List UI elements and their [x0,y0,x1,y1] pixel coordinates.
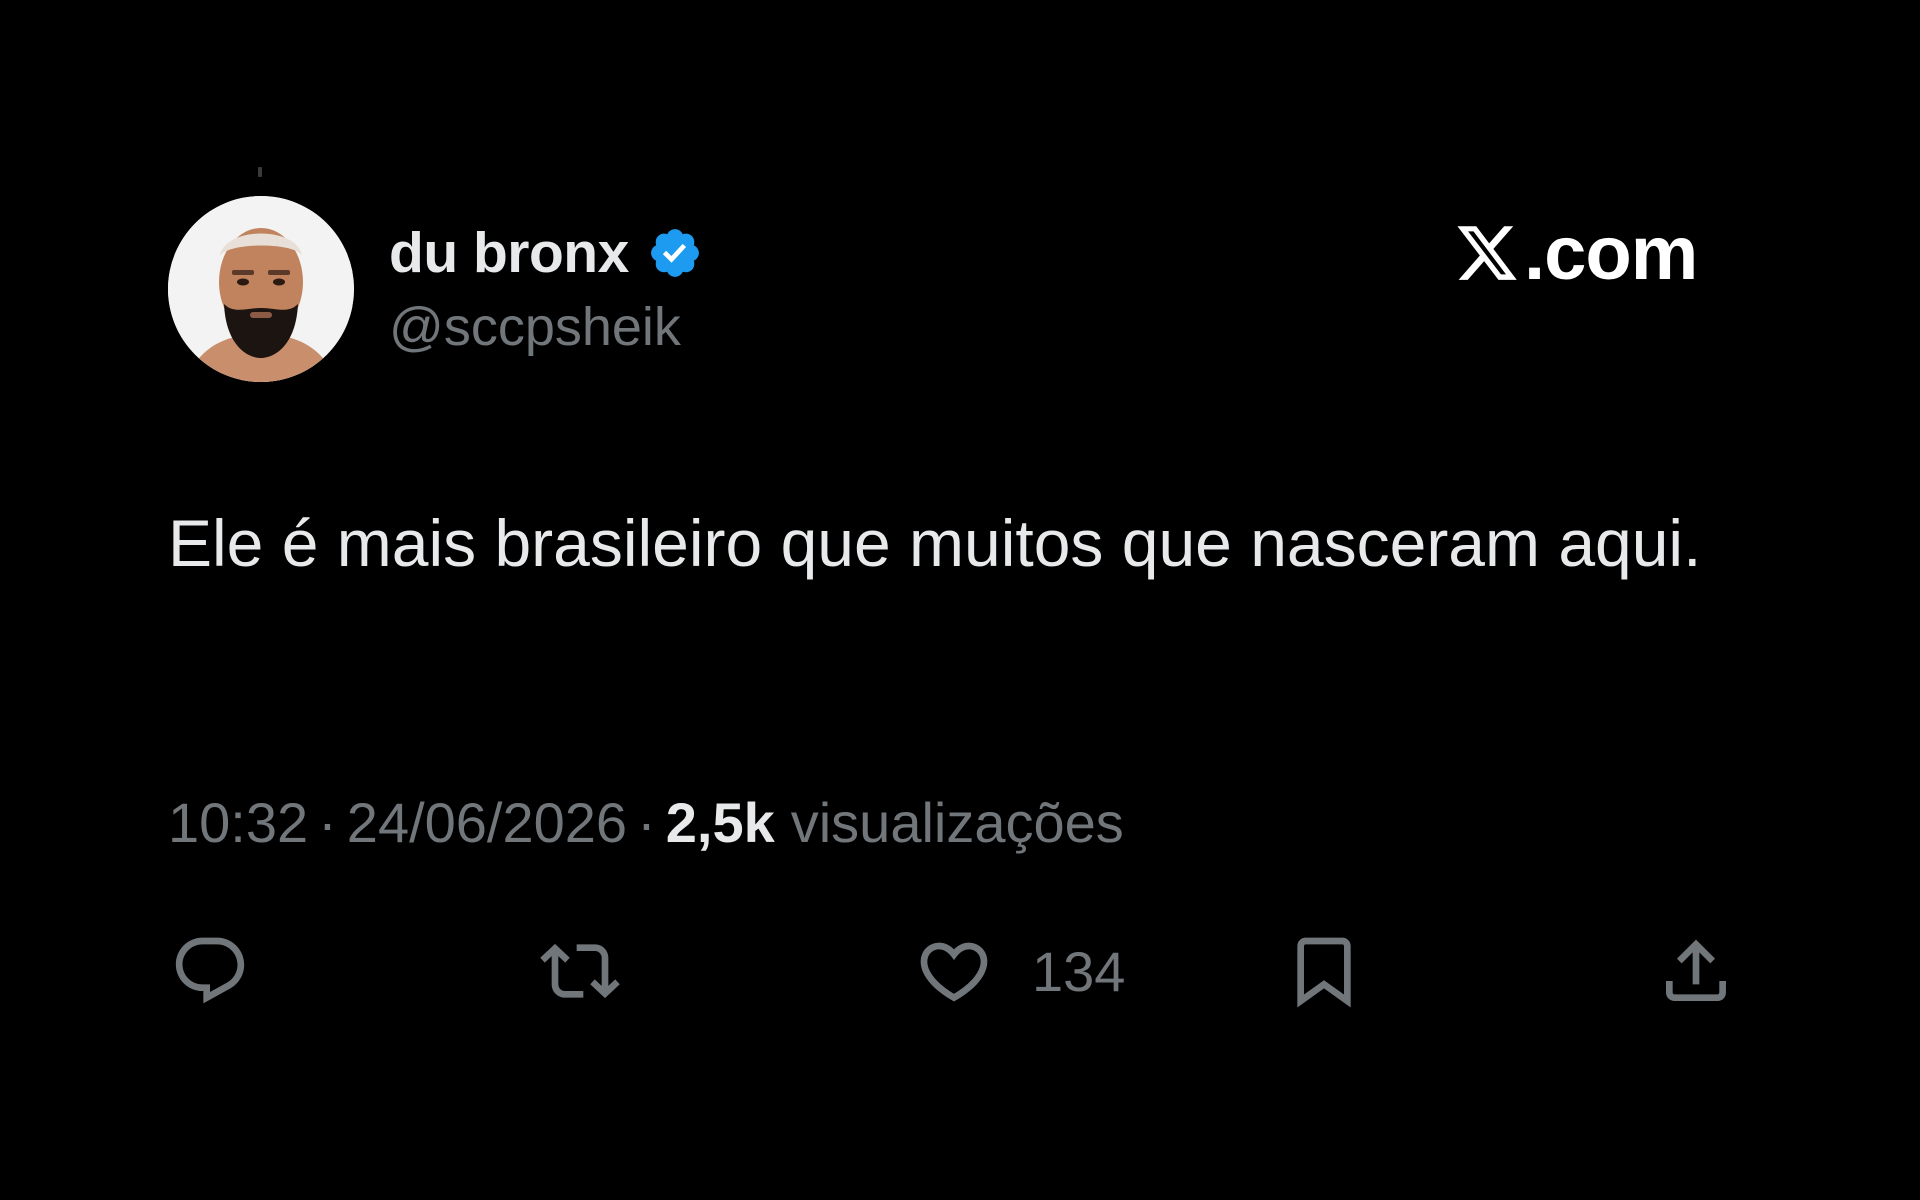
heart-icon [920,942,988,1002]
x-logo-icon [1454,220,1520,286]
reply-icon [175,937,245,1004]
tweet-meta: 10:32 · 24/06/2026 · 2,5k visualizações [168,790,1124,855]
reply-button[interactable] [170,930,250,1012]
retweet-button[interactable] [540,930,620,1012]
like-button[interactable]: 134 [914,930,1125,1012]
verified-badge-icon [647,225,703,281]
retweet-icon [540,943,620,999]
brand-suffix: .com [1524,210,1698,296]
avatar[interactable] [168,196,354,382]
share-button[interactable] [1656,930,1736,1012]
bookmark-button[interactable] [1284,930,1364,1012]
share-icon [1666,939,1726,1001]
avatar-image [168,196,354,382]
views-count: 2,5k [665,791,775,854]
author-name-row[interactable]: du bronx [389,218,703,288]
author-handle[interactable]: @sccpsheik [389,296,681,358]
views-label: visualizações [790,791,1124,854]
tweet-date[interactable]: 24/06/2026 [347,790,627,855]
brand-watermark: .com [1454,208,1698,298]
display-name[interactable]: du bronx [389,220,629,286]
meta-separator: · [318,791,337,854]
artifact-mark [258,167,262,177]
tweet-text: Ele é mais brasileiro que muitos que nas… [168,506,1702,580]
bookmark-icon [1297,937,1351,1008]
tweet-screenshot: du bronx @sccpsheik .com Ele é mais bras… [0,0,1920,1200]
meta-separator: · [637,791,656,854]
like-count: 134 [1032,939,1126,1003]
tweet-time[interactable]: 10:32 [168,790,308,855]
